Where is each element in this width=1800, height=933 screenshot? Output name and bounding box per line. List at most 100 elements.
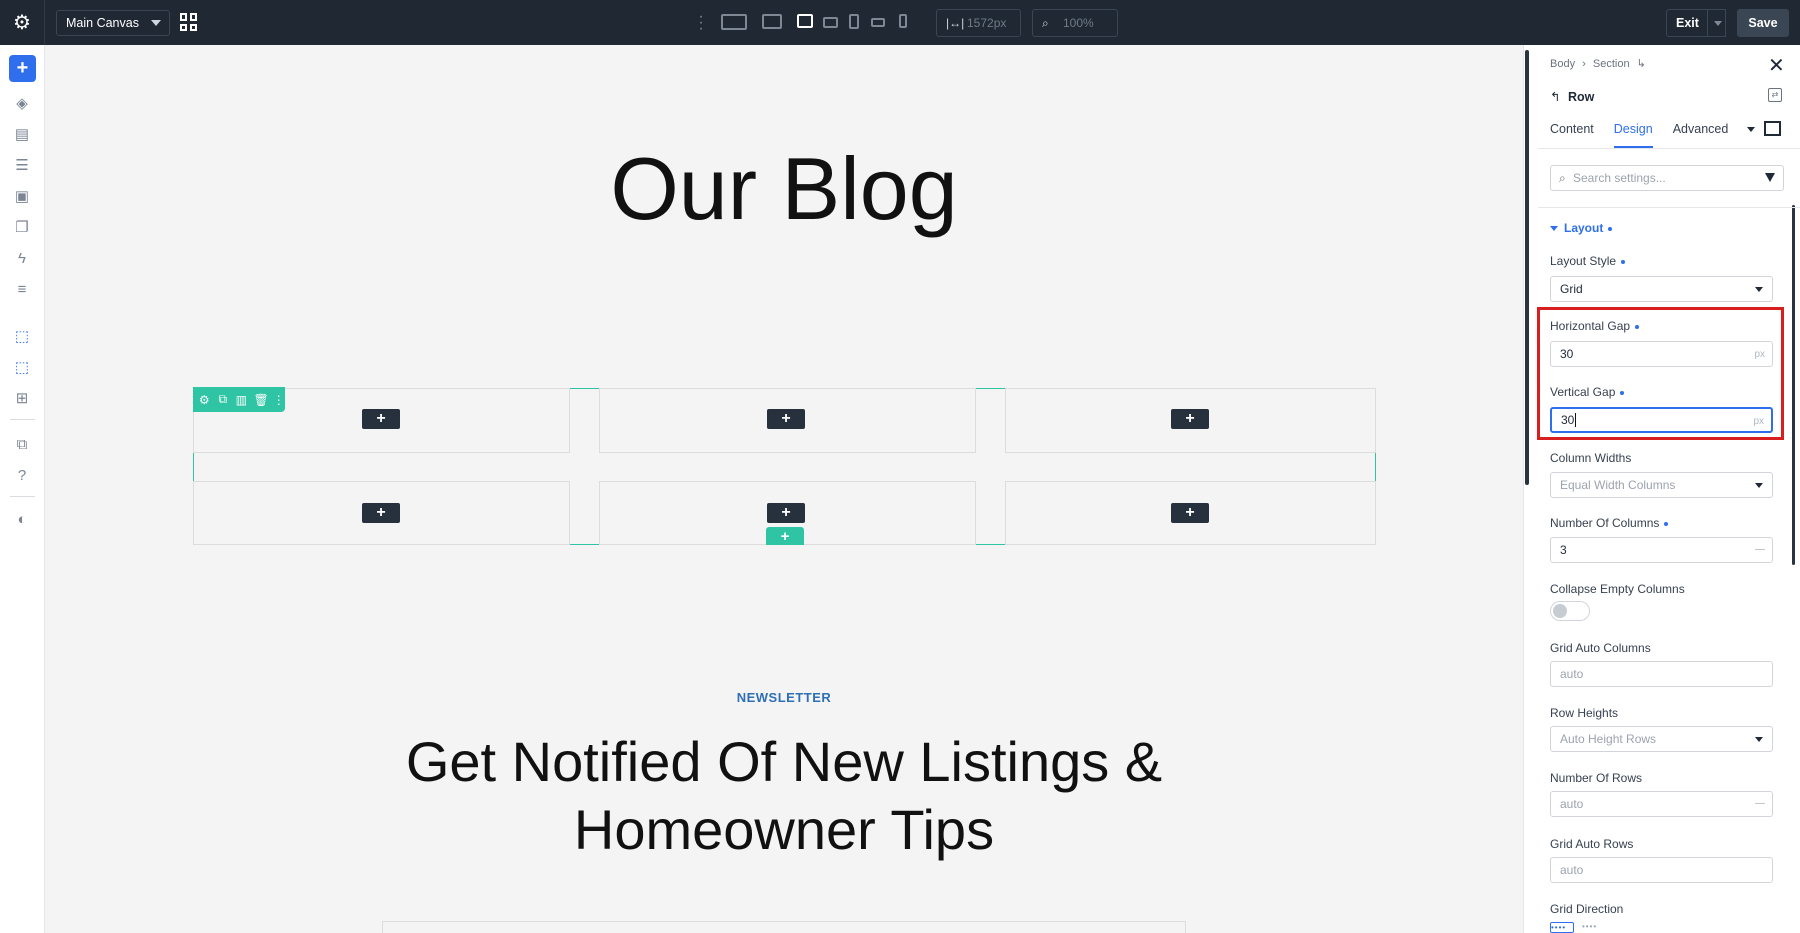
exit-options-chevron-icon[interactable] bbox=[1707, 9, 1727, 37]
settings-tabs: Content Design Advanced bbox=[1550, 122, 1728, 148]
tablet-landscape-view-icon[interactable] bbox=[823, 17, 838, 28]
help-icon[interactable]: ? bbox=[13, 466, 31, 484]
desktop-view-icon[interactable] bbox=[762, 14, 782, 29]
search-settings-input[interactable]: ⌕ Search settings... bbox=[1550, 165, 1784, 191]
grid-auto-columns-input[interactable]: auto bbox=[1550, 661, 1773, 687]
grid-auto-rows-input[interactable]: auto bbox=[1550, 857, 1773, 883]
column-widths-value: Equal Width Columns bbox=[1560, 478, 1676, 492]
layers-icon[interactable]: ◈ bbox=[13, 94, 31, 112]
divider bbox=[1538, 207, 1800, 208]
theme-toggle-icon[interactable]: ◐ bbox=[13, 510, 31, 528]
interactions-icon[interactable]: ϟ bbox=[13, 249, 31, 267]
element-name: Row bbox=[1567, 90, 1595, 104]
add-module-button[interactable]: + bbox=[362, 503, 400, 523]
tab-content[interactable]: Content bbox=[1550, 122, 1594, 148]
database-icon[interactable]: ☰ bbox=[13, 156, 31, 174]
left-sidebar: + ◈ ▤ ☰ ▣ ❐ ϟ ≡ ⬚ ⬚ ⊞ ⧉ ? ◐ bbox=[0, 45, 45, 933]
layout-section-toggle[interactable]: Layout bbox=[1550, 221, 1613, 235]
zoom-field[interactable]: ⌕ 100% bbox=[1032, 9, 1118, 37]
select-element-icon[interactable]: ⬚ bbox=[13, 327, 31, 345]
theme-builder-icon[interactable]: ⊞ bbox=[13, 389, 31, 407]
canvas-select-value: Main Canvas bbox=[66, 16, 139, 30]
vertical-gap-unit[interactable]: px bbox=[1753, 416, 1764, 427]
filter-icon[interactable] bbox=[1765, 173, 1775, 182]
breadcrumb-section[interactable]: Section bbox=[1593, 58, 1630, 70]
canvas-width-value: 1572px bbox=[967, 16, 1007, 30]
row-heights-value: Auto Height Rows bbox=[1560, 732, 1657, 746]
variables-icon[interactable]: ≡ bbox=[13, 280, 31, 298]
trash-icon[interactable]: 🗑 bbox=[254, 393, 269, 407]
canvas-width-field[interactable]: |↔| 1572px bbox=[936, 9, 1021, 37]
duplicate-icon[interactable]: ⧉ bbox=[217, 392, 230, 407]
settings-gear-icon[interactable]: ⚙ bbox=[0, 0, 45, 45]
add-module-button[interactable]: + bbox=[767, 503, 805, 523]
grid-auto-columns-label: Grid Auto Columns bbox=[1550, 641, 1651, 655]
newsletter-heading[interactable]: Get Notified Of New Listings & Homeowner… bbox=[345, 728, 1223, 864]
select-multiple-icon[interactable]: ⬚ bbox=[13, 358, 31, 376]
divider bbox=[1538, 148, 1800, 149]
slider-handle[interactable] bbox=[1755, 803, 1765, 804]
more-vertical-icon[interactable]: · · · bbox=[698, 9, 704, 37]
presets-icon[interactable]: ▣ bbox=[13, 187, 31, 205]
close-icon[interactable]: ✕ bbox=[1768, 53, 1785, 78]
more-vertical-icon[interactable]: ⋮ bbox=[273, 393, 286, 407]
canvas-select[interactable]: Main Canvas bbox=[56, 10, 170, 36]
layout-style-select[interactable]: Grid bbox=[1550, 276, 1773, 302]
layouts-icon[interactable]: ⧉ bbox=[13, 435, 31, 453]
horizontal-gap-input[interactable]: 30 px bbox=[1550, 341, 1773, 367]
columns-icon[interactable]: ▥ bbox=[235, 393, 248, 407]
row-settings-gear-icon[interactable]: ⚙ bbox=[198, 393, 211, 407]
tablet-portrait-view-icon[interactable] bbox=[849, 14, 859, 29]
horizontal-gap-label: Horizontal Gap bbox=[1550, 319, 1640, 333]
grid-direction-column-icon[interactable]: •••• bbox=[1582, 922, 1606, 933]
phone-landscape-view-icon[interactable] bbox=[871, 18, 885, 27]
chevron-down-icon bbox=[1755, 483, 1763, 488]
collapse-empty-columns-toggle[interactable] bbox=[1550, 601, 1590, 621]
newsletter-form[interactable] bbox=[382, 921, 1186, 933]
add-element-button[interactable]: + bbox=[9, 55, 36, 82]
number-of-columns-input[interactable]: 3 bbox=[1550, 537, 1773, 563]
horizontal-gap-unit[interactable]: px bbox=[1754, 349, 1765, 360]
breadcrumb-body[interactable]: Body bbox=[1550, 58, 1575, 70]
expand-panel-icon[interactable] bbox=[1764, 121, 1781, 136]
vertical-gap-input[interactable]: 30 px bbox=[1550, 407, 1773, 433]
zoom-icon: ⌕ bbox=[1042, 16, 1049, 30]
element-options-icon[interactable]: ⇄ bbox=[1768, 88, 1782, 102]
tab-design[interactable]: Design bbox=[1613, 122, 1653, 148]
design-library-icon[interactable]: ▤ bbox=[13, 125, 31, 143]
chevron-down-icon bbox=[151, 20, 161, 26]
pages-icon[interactable]: ❐ bbox=[13, 218, 31, 236]
add-module-button[interactable]: + bbox=[362, 409, 400, 429]
number-of-rows-input[interactable]: auto bbox=[1550, 791, 1773, 817]
phone-portrait-view-icon[interactable] bbox=[899, 14, 907, 28]
element-title: ↰ Row bbox=[1550, 89, 1594, 104]
widescreen-view-icon[interactable] bbox=[721, 14, 747, 30]
blog-heading[interactable]: Our Blog bbox=[45, 138, 1523, 240]
layout-grid-icon[interactable] bbox=[180, 13, 198, 31]
layout-section-title: Layout bbox=[1564, 221, 1604, 235]
grid-auto-rows-label: Grid Auto Rows bbox=[1550, 837, 1634, 851]
chevron-down-icon bbox=[1550, 226, 1558, 232]
add-module-button[interactable]: + bbox=[1171, 409, 1209, 429]
grid-direction-row-icon[interactable]: •••• bbox=[1550, 922, 1574, 933]
add-module-button[interactable]: + bbox=[1171, 503, 1209, 523]
row-heights-select[interactable]: Auto Height Rows bbox=[1550, 726, 1773, 752]
layout-style-label: Layout Style bbox=[1550, 254, 1626, 268]
add-module-button[interactable]: + bbox=[767, 409, 805, 429]
grid-row[interactable]: + + + + + + bbox=[193, 388, 1376, 545]
grid-direction-label: Grid Direction bbox=[1550, 902, 1624, 916]
grid-auto-rows-value: auto bbox=[1560, 863, 1584, 877]
zoom-value: 100% bbox=[1063, 16, 1094, 30]
save-button[interactable]: Save bbox=[1737, 9, 1789, 37]
laptop-view-icon[interactable] bbox=[797, 14, 813, 28]
add-row-button[interactable]: + bbox=[766, 527, 804, 545]
search-placeholder: Search settings... bbox=[1573, 171, 1666, 185]
chevron-down-icon[interactable] bbox=[1747, 127, 1755, 132]
scrollbar[interactable] bbox=[1792, 205, 1795, 565]
column-widths-label: Column Widths bbox=[1550, 451, 1632, 465]
slider-handle[interactable] bbox=[1755, 549, 1765, 550]
tab-advanced[interactable]: Advanced bbox=[1673, 122, 1729, 148]
scrollbar[interactable] bbox=[1525, 50, 1529, 485]
column-widths-select[interactable]: Equal Width Columns bbox=[1550, 472, 1773, 498]
back-arrow-icon[interactable]: ↰ bbox=[1550, 90, 1560, 104]
